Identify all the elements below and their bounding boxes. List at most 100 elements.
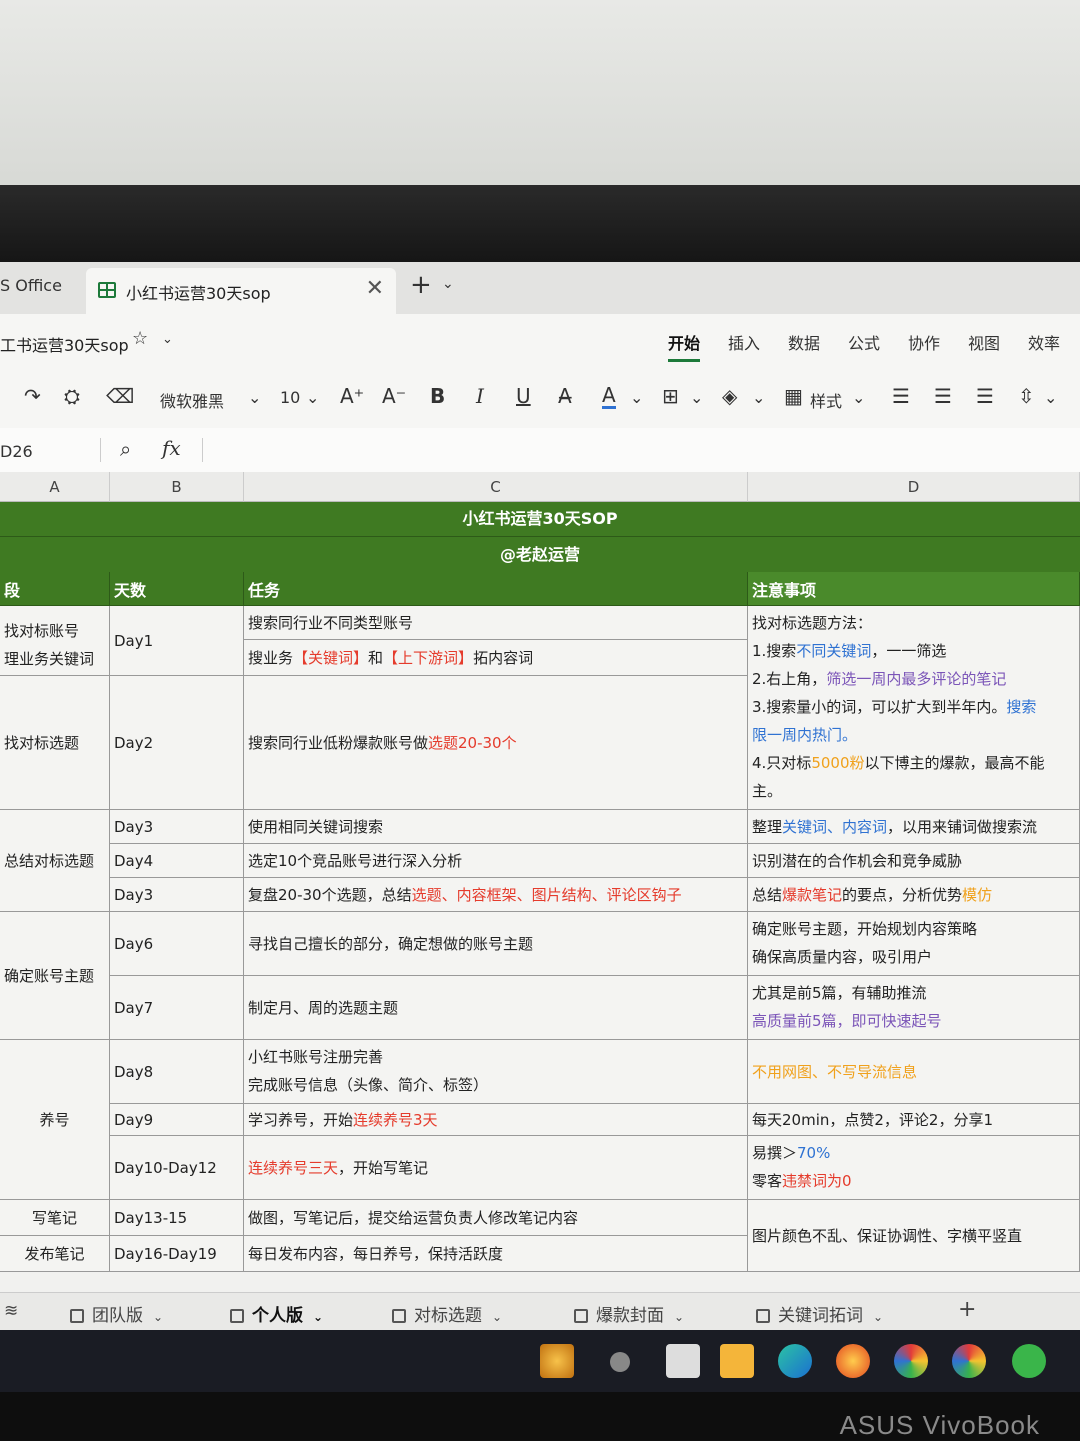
cell-task-3c[interactable]: 复盘20-30个选题，总结 选题、内容框架、图片结构、评论区钩子 bbox=[244, 878, 748, 912]
font-color-button[interactable]: A bbox=[602, 384, 616, 409]
function-icon[interactable]: fx bbox=[162, 436, 181, 460]
browser-icon[interactable] bbox=[894, 1344, 928, 1378]
cell-task-2[interactable]: 搜索同行业低粉爆款账号做 选题20-30个 bbox=[244, 676, 748, 810]
cell-notes-5a[interactable]: 不用网图、不写导流信息 bbox=[748, 1040, 1080, 1104]
cell-task-5a[interactable]: 小红书账号注册完善 完成账号信息（头像、简介、标签） bbox=[244, 1040, 748, 1104]
task-view-icon[interactable] bbox=[666, 1344, 700, 1378]
chevron-down-icon[interactable]: ⌄ bbox=[248, 388, 261, 407]
sheet-tab-keywords[interactable]: 关键词拓词 ⌄ bbox=[756, 1301, 883, 1326]
cell-stage-2[interactable]: 找对标选题 bbox=[0, 676, 110, 810]
format-painter-icon[interactable]: ⛭ bbox=[64, 384, 80, 408]
cell-task-1b[interactable]: 搜业务 【关键词】和【上下游词】 拓内容词 bbox=[244, 640, 748, 676]
cell-stage-3[interactable]: 总结对标选题 bbox=[0, 810, 110, 912]
start-icon[interactable] bbox=[540, 1344, 574, 1378]
column-header-a[interactable]: A bbox=[0, 472, 110, 502]
sheet-author[interactable]: @老赵运营 bbox=[0, 536, 1080, 573]
zoom-icon[interactable]: ⌕ bbox=[120, 437, 131, 461]
cell-day-6[interactable]: Day6 bbox=[110, 912, 244, 976]
column-header-c[interactable]: C bbox=[244, 472, 748, 502]
cell-day-5[interactable]: Day3 bbox=[110, 878, 244, 912]
styles-button[interactable]: 样式 bbox=[810, 388, 842, 412]
folder-icon[interactable] bbox=[720, 1344, 754, 1378]
star-icon[interactable]: ☆ bbox=[132, 328, 148, 349]
cell-stage-1[interactable]: 找对标账号 理业务关键词 bbox=[0, 606, 110, 676]
cell-task-1a[interactable]: 搜索同行业不同类型账号 bbox=[244, 606, 748, 640]
menu-collaborate[interactable]: 协作 bbox=[908, 330, 940, 354]
menu-start[interactable]: 开始 bbox=[668, 330, 701, 362]
sheet-title[interactable]: 小红书运营30天SOP bbox=[0, 502, 1080, 536]
app-icon[interactable] bbox=[1012, 1344, 1046, 1378]
cell-notes-3b[interactable]: 识别潜在的合作机会和竞争威胁 bbox=[748, 844, 1080, 878]
border-icon[interactable]: ⊞ bbox=[662, 384, 679, 408]
cell-notes-5c[interactable]: 易撰＞70% 零客违禁词为0 bbox=[748, 1136, 1080, 1200]
cell-day-13-15[interactable]: Day13-15 bbox=[110, 1200, 244, 1236]
add-sheet-button[interactable]: + bbox=[958, 1297, 976, 1322]
align-right-icon[interactable]: ☰ bbox=[976, 384, 994, 408]
chevron-down-icon[interactable]: ⌄ bbox=[162, 332, 173, 347]
chevron-down-icon[interactable]: ⌄ bbox=[306, 388, 319, 407]
sheet-tab-benchmark[interactable]: 对标选题 ⌄ bbox=[392, 1301, 502, 1326]
menu-formula[interactable]: 公式 bbox=[848, 330, 880, 354]
app-tab[interactable]: S Office bbox=[0, 276, 62, 295]
align-center-icon[interactable]: ☰ bbox=[934, 384, 952, 408]
sheet-tab-personal[interactable]: 个人版 ⌄ bbox=[230, 1301, 323, 1326]
search-icon[interactable] bbox=[610, 1352, 630, 1372]
cell-task-6a[interactable]: 做图，写笔记后，提交给运营负责人修改笔记内容 bbox=[244, 1200, 748, 1236]
font-family-select[interactable]: 微软雅黑 bbox=[160, 388, 224, 412]
header-notes[interactable]: 注意事项 bbox=[748, 572, 1080, 606]
chevron-down-icon[interactable]: ⌄ bbox=[630, 388, 643, 407]
cell-task-4b[interactable]: 制定月、周的选题主题 bbox=[244, 976, 748, 1040]
edge-icon[interactable] bbox=[778, 1344, 812, 1378]
cell-day-2[interactable]: Day2 bbox=[110, 676, 244, 810]
font-size-select[interactable]: 10 bbox=[280, 388, 300, 407]
firefox-icon[interactable] bbox=[836, 1344, 870, 1378]
sheet-tab-team[interactable]: 团队版 ⌄ bbox=[70, 1301, 163, 1326]
chevron-down-icon[interactable]: ⌄ bbox=[690, 388, 703, 407]
browser-icon[interactable] bbox=[952, 1344, 986, 1378]
cell-notes-4b[interactable]: 尤其是前5篇，有辅助推流 高质量前5篇，即可快速起号 bbox=[748, 976, 1080, 1040]
menu-efficiency[interactable]: 效率 bbox=[1028, 330, 1060, 354]
redo-icon[interactable]: ↷ bbox=[24, 384, 41, 408]
document-name[interactable]: 工书运营30天sop bbox=[0, 332, 129, 356]
cell-stage-6a[interactable]: 写笔记 bbox=[0, 1200, 110, 1236]
menu-view[interactable]: 视图 bbox=[968, 330, 1000, 354]
chevron-down-icon[interactable]: ⌄ bbox=[852, 388, 865, 407]
column-header-d[interactable]: D bbox=[748, 472, 1080, 502]
cell-day-7[interactable]: Day7 bbox=[110, 976, 244, 1040]
cell-day-4[interactable]: Day4 bbox=[110, 844, 244, 878]
italic-button[interactable]: I bbox=[476, 384, 484, 408]
cell-day-16-19[interactable]: Day16-Day19 bbox=[110, 1236, 244, 1272]
cell-day-9[interactable]: Day9 bbox=[110, 1104, 244, 1136]
document-tab[interactable]: 小红书运营30天sop ✕ bbox=[86, 268, 396, 314]
cell-stage-6b[interactable]: 发布笔记 bbox=[0, 1236, 110, 1272]
cell-day-1[interactable]: Day1 bbox=[110, 606, 244, 676]
underline-button[interactable]: U bbox=[516, 384, 531, 408]
menu-insert[interactable]: 插入 bbox=[728, 330, 760, 354]
cell-notes-5b[interactable]: 每天20min，点赞2，评论2，分享1 bbox=[748, 1104, 1080, 1136]
eraser-icon[interactable]: ⌫ bbox=[106, 384, 134, 408]
cell-notes-3a[interactable]: 整理 关键词、内容词 ，以用来铺词做搜索流 bbox=[748, 810, 1080, 844]
cell-task-5c[interactable]: 连续养号三天 ，开始写笔记 bbox=[244, 1136, 748, 1200]
layers-icon[interactable]: ≋ bbox=[4, 1301, 18, 1321]
cell-notes-4a[interactable]: 确定账号主题，开始规划内容策略 确保高质量内容，吸引用户 bbox=[748, 912, 1080, 976]
cell-day-10-12[interactable]: Day10-Day12 bbox=[110, 1136, 244, 1200]
close-icon[interactable]: ✕ bbox=[366, 276, 384, 301]
cell-task-6b[interactable]: 每日发布内容，每日养号，保持活跃度 bbox=[244, 1236, 748, 1272]
header-day[interactable]: 天数 bbox=[110, 572, 244, 606]
cell-task-4a[interactable]: 寻找自己擅长的部分，确定想做的账号主题 bbox=[244, 912, 748, 976]
cell-task-3a[interactable]: 使用相同关键词搜索 bbox=[244, 810, 748, 844]
cell-notes-method[interactable]: 找对标选题方法： 1.搜索不同关键词，一一筛选 2.右上角，筛选一周内最多评论的… bbox=[748, 606, 1080, 810]
cell-day-3[interactable]: Day3 bbox=[110, 810, 244, 844]
cell-task-5b[interactable]: 学习养号，开始 连续养号3天 bbox=[244, 1104, 748, 1136]
increase-font-button[interactable]: A⁺ bbox=[340, 384, 364, 408]
chevron-down-icon[interactable]: ⌄ bbox=[752, 388, 765, 407]
menu-data[interactable]: 数据 bbox=[788, 330, 820, 354]
cell-stage-4[interactable]: 确定账号主题 bbox=[0, 912, 110, 1040]
cell-notes-6[interactable]: 图片颜色不乱、保证协调性、字横平竖直 bbox=[748, 1200, 1080, 1272]
cell-day-8[interactable]: Day8 bbox=[110, 1040, 244, 1104]
chevron-down-icon[interactable]: ⌄ bbox=[1044, 388, 1057, 407]
strikethrough-button[interactable]: A̶ bbox=[558, 384, 572, 408]
cell-reference-box[interactable]: D26 bbox=[0, 442, 33, 461]
header-stage[interactable]: 段 bbox=[0, 572, 110, 606]
fill-color-icon[interactable]: ◈ bbox=[722, 384, 737, 408]
